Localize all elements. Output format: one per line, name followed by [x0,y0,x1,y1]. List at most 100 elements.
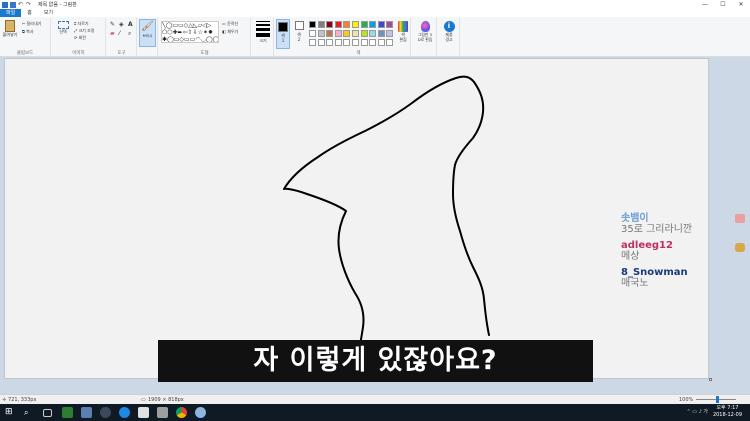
pencil-icon[interactable]: ✎ [110,21,115,28]
image-group-label: 이미지 [72,51,85,56]
zoom-slider-thumb[interactable] [716,396,719,403]
edit-colors-button[interactable]: 색 편집 [395,21,411,42]
color-swatch[interactable] [334,39,342,46]
photos-icon[interactable] [81,407,92,418]
color-swatch[interactable] [309,39,316,46]
color-swatch[interactable] [360,21,368,28]
paint-taskbar-icon[interactable] [195,407,206,418]
crop-button[interactable]: ⌗ 자르기 [74,21,89,27]
color1-button[interactable]: 색 1 [276,19,290,49]
color2-label: 색 2 [297,32,301,42]
cut-button[interactable]: ✂ 잘라내기 [22,21,41,27]
cut-label: 잘라내기 [26,21,42,26]
windows-start-icon[interactable]: ⊞ [5,407,16,418]
tab-home[interactable]: 홈 [21,9,38,17]
color-swatch[interactable] [360,39,368,46]
paint3d-group: 그림판 3 D로 편집 [413,18,437,56]
steam-icon[interactable] [100,407,111,418]
clipboard-group-label: 클립보드 [16,51,34,56]
camera-icon[interactable] [157,407,168,418]
paint3d-button[interactable]: 그림판 3 D로 편집 [414,21,436,42]
resize-button[interactable]: ⤢ 크기 조정 [74,28,94,34]
color2-button[interactable]: 색 2 [292,20,306,42]
minimize-button[interactable]: — [696,0,714,9]
close-button[interactable]: ✕ [732,0,750,9]
color-swatch[interactable] [326,21,334,28]
color-swatch[interactable] [326,39,334,46]
color-swatch[interactable] [369,39,377,46]
color-swatch[interactable] [317,39,325,46]
color-swatch[interactable] [317,21,325,28]
chrome-icon[interactable] [176,407,187,418]
ribbon-tabs: 파일 홈 보기 [0,9,750,17]
drawing-canvas[interactable] [4,58,709,380]
color-swatch[interactable] [309,21,316,28]
save-icon[interactable] [10,1,16,8]
eraser-icon[interactable]: ▰ [110,30,115,37]
search-icon[interactable]: ⌕ [24,407,35,418]
paste-button[interactable]: 붙여넣기 [2,20,18,38]
crop-label: 자르기 [77,21,89,26]
color-swatch[interactable] [377,30,385,37]
task-view-icon[interactable] [43,409,52,417]
clock-date: 2018-12-09 [712,412,742,418]
color-swatch[interactable] [334,21,342,28]
color-swatch[interactable] [352,39,359,46]
canvas-resize-handle[interactable] [709,378,712,381]
cursor-position-icon: ✛ [2,397,7,403]
brushes-button[interactable]: 🖌 브러시 [139,19,156,47]
color2-swatch [294,21,304,30]
color-swatch[interactable] [360,30,368,37]
outline-button[interactable]: ▭ 윤곽선 [222,21,238,27]
size-lines-icon[interactable] [256,21,270,37]
select-button[interactable]: 선택 [55,21,71,35]
text-icon[interactable]: A [128,21,133,28]
tab-view[interactable]: 보기 [38,9,59,17]
color-swatch[interactable] [343,39,351,46]
color-swatch[interactable] [369,21,377,28]
chat-nick: 솟뱀이 [621,213,649,224]
rotate-button[interactable]: ⟳ 회전 [74,35,86,41]
color-swatch[interactable] [326,30,334,37]
redo-icon[interactable]: ↷ [26,1,32,8]
maximize-button[interactable]: ☐ [714,0,732,9]
color-swatch[interactable] [343,30,351,37]
product-alert-button[interactable]: i 제품 경고 [440,21,458,42]
tools-group: ✎ ◈ A ▰ ⁄ ⌕ 도구 [107,18,137,56]
shapes-group: ╲◯▭▭◇△◺▱◁▷ ⬠⬡✚➨⇦⇧⇩☆✶✸ ✱◯▭◇▭▭◠◡◯◯ ▭ 윤곽선 ◧… [159,18,251,56]
paint-window: ↶ ↷ 제목 없음 - 그림판 — ☐ ✕ 파일 홈 보기 붙여넣기 ✂ 잘라내… [0,0,750,421]
fill-icon[interactable]: ◈ [119,21,124,28]
app-icon [2,1,8,8]
color-swatch[interactable] [317,30,325,37]
paint3d-icon [420,21,430,32]
color-swatch[interactable] [369,30,377,37]
chat-message: 35로 그리라니깐 [621,224,693,235]
color-swatch[interactable] [334,30,342,37]
copy-button[interactable]: ⧉ 복사 [22,29,34,35]
store-icon[interactable] [62,407,73,418]
color-swatch[interactable] [352,30,359,37]
edge-icon[interactable] [119,407,130,418]
title-bar: ↶ ↷ 제목 없음 - 그림판 — ☐ ✕ [0,0,750,9]
color-swatch[interactable] [352,21,359,28]
color-swatch[interactable] [343,21,351,28]
zoom-level: 100% [679,397,694,403]
color-swatch[interactable] [377,39,385,46]
drawing-stroke [283,75,490,380]
color-swatch[interactable] [309,30,316,37]
color-swatch[interactable] [377,21,385,28]
undo-icon[interactable]: ↶ [18,1,24,8]
tab-file[interactable]: 파일 [0,9,22,17]
fill-label: 채우기 [227,29,239,34]
window-title: 제목 없음 - 그림판 [38,2,77,8]
magnifier-icon[interactable]: ⌕ [128,30,131,38]
taskbar-clock[interactable]: 오후 7:17 2018-12-09 [713,405,742,419]
system-tray-icons[interactable]: ⌃ ▭ ♪ 가 [687,408,708,415]
info-icon: i [443,21,455,32]
fill-button[interactable]: ◧ 채우기 [222,29,238,35]
shapes-gallery[interactable]: ╲◯▭▭◇△◺▱◁▷ ⬠⬡✚➨⇦⇧⇩☆✶✸ ✱◯▭◇▭▭◠◡◯◯ [161,21,219,43]
outline-label: 윤곽선 [227,21,239,26]
image-group: 선택 ⌗ 자르기 ⤢ 크기 조정 ⟳ 회전 이미지 [52,18,106,56]
mail-icon[interactable] [138,407,149,418]
picker-icon[interactable]: ⁄ [119,30,120,37]
